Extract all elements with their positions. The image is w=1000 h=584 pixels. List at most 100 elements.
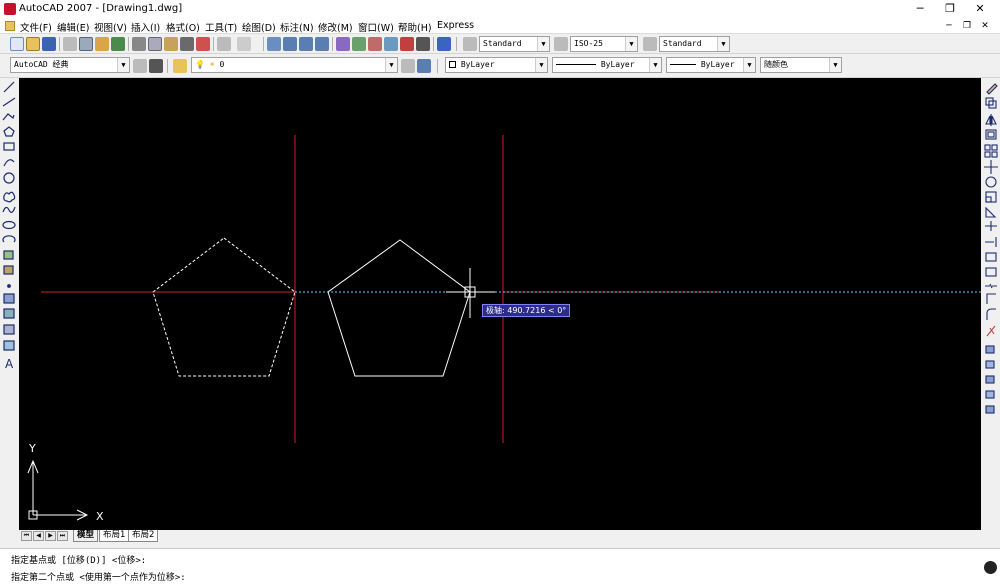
- redo-icon[interactable]: [237, 37, 251, 51]
- layer-select[interactable]: 💡 ☀ 0 ▼: [191, 57, 398, 73]
- linetype-sample-line: [556, 64, 596, 65]
- workspace-settings-icon[interactable]: [133, 59, 147, 73]
- 3d-dwf-icon[interactable]: [111, 37, 125, 51]
- menu-tools[interactable]: 工具(T): [205, 20, 237, 34]
- title-bar: AutoCAD 2007 - [Drawing1.dwg] ─ ❐ ✕: [0, 0, 1000, 18]
- linetype-select[interactable]: ByLayer ▼: [552, 57, 662, 73]
- moved-pentagon: [327, 239, 471, 377]
- zoom-window-icon[interactable]: [299, 37, 313, 51]
- make-current-layer-icon[interactable]: [401, 59, 415, 73]
- doc-minimize-button[interactable]: ─: [940, 19, 958, 33]
- gradient-icon: [3, 308, 15, 319]
- doc-close-button[interactable]: ✕: [976, 19, 994, 33]
- text-style-select[interactable]: Standard ▼: [479, 36, 550, 52]
- menu-view[interactable]: 视图(V): [94, 20, 127, 34]
- mirror-icon: [985, 114, 997, 126]
- next-tab-button[interactable]: ▶: [45, 531, 56, 541]
- insert-block-icon: [3, 250, 14, 260]
- ellipse-arc-icon: [2, 235, 16, 243]
- paste-icon[interactable]: [164, 37, 178, 51]
- ellipse-icon: [2, 220, 16, 230]
- tool-palettes-icon[interactable]: [368, 37, 382, 51]
- circle-icon: [3, 172, 15, 184]
- menu-help[interactable]: 帮助(H): [398, 20, 432, 34]
- drawing-canvas[interactable]: Y X 极轴: 490.7216 < 0°: [19, 78, 981, 530]
- markup-icon[interactable]: [400, 37, 414, 51]
- table-icon: [3, 340, 15, 351]
- table-style-icon[interactable]: [643, 37, 657, 51]
- break-icon: [985, 267, 997, 277]
- workspace-select[interactable]: AutoCAD 经典 ▼: [10, 57, 130, 73]
- menu-insert[interactable]: 插入(I): [131, 20, 160, 34]
- plot-style-select[interactable]: 随颜色 ▼: [760, 57, 842, 73]
- copy-clip-icon[interactable]: [148, 37, 162, 51]
- minimize-button[interactable]: ─: [905, 0, 935, 18]
- cut-icon[interactable]: [132, 37, 146, 51]
- match-properties-icon[interactable]: [180, 37, 194, 51]
- properties-icon[interactable]: [336, 37, 350, 51]
- tab-model[interactable]: 模型: [73, 530, 99, 542]
- publish-icon[interactable]: [95, 37, 109, 51]
- chamfer-icon: [986, 293, 996, 304]
- move-icon: [984, 160, 998, 174]
- block-editor-icon[interactable]: [196, 37, 210, 51]
- command-scroll-icon[interactable]: [984, 561, 997, 574]
- save-icon[interactable]: [42, 37, 56, 51]
- arc-icon: [3, 159, 15, 167]
- undo-icon[interactable]: [217, 37, 231, 51]
- text-style-icon[interactable]: [463, 37, 477, 51]
- menu-edit[interactable]: 编辑(E): [57, 20, 89, 34]
- pan-icon[interactable]: [267, 37, 281, 51]
- menu-dimension[interactable]: 标注(N): [280, 20, 314, 34]
- menu-bar: 文件(F) 编辑(E) 视图(V) 插入(I) 格式(O) 工具(T) 绘图(D…: [0, 18, 1000, 34]
- menu-file[interactable]: 文件(F): [20, 20, 52, 34]
- first-tab-button[interactable]: ⏮: [21, 531, 32, 541]
- zoom-previous-icon[interactable]: [315, 37, 329, 51]
- layer-previous-icon[interactable]: [417, 59, 431, 73]
- quickcalc-icon[interactable]: [416, 37, 430, 51]
- modify-toolbar: [982, 78, 1000, 530]
- design-center-icon[interactable]: [352, 37, 366, 51]
- my-workspace-icon[interactable]: [149, 59, 163, 73]
- sheet-set-icon[interactable]: [384, 37, 398, 51]
- construction-line-icon: [2, 97, 16, 107]
- color-select[interactable]: ByLayer ▼: [445, 57, 548, 73]
- lineweight-select[interactable]: ByLayer ▼: [666, 57, 756, 73]
- menu-modify[interactable]: 修改(M): [318, 20, 353, 34]
- close-button[interactable]: ✕: [965, 0, 995, 18]
- tab-layout1[interactable]: 布局1: [99, 530, 130, 542]
- make-block-icon: [3, 265, 14, 275]
- menu-format[interactable]: 格式(O): [166, 20, 200, 34]
- zoom-realtime-icon[interactable]: [283, 37, 297, 51]
- point-icon: [7, 284, 11, 288]
- menu-draw[interactable]: 绘图(D): [242, 20, 276, 34]
- break-at-point-icon: [985, 252, 997, 262]
- last-tab-button[interactable]: ⏭: [57, 531, 68, 541]
- dim-style-icon[interactable]: [554, 37, 568, 51]
- new-icon[interactable]: [10, 37, 24, 51]
- plot-icon[interactable]: [63, 37, 77, 51]
- send-under-icon: [985, 405, 995, 414]
- window-title: AutoCAD 2007 - [Drawing1.dwg]: [19, 3, 183, 14]
- open-icon[interactable]: [26, 37, 40, 51]
- doc-restore-button[interactable]: ❐: [958, 19, 976, 33]
- restore-button[interactable]: ❐: [935, 0, 965, 18]
- autocad-app-icon[interactable]: [4, 3, 16, 15]
- dim-style-select[interactable]: ISO-25 ▼: [570, 36, 638, 52]
- color-swatch: [449, 61, 456, 68]
- revision-cloud-icon: [3, 191, 16, 203]
- document-icon[interactable]: [5, 21, 15, 31]
- previous-tab-button[interactable]: ◀: [33, 531, 44, 541]
- tab-layout2[interactable]: 布局2: [128, 530, 159, 542]
- table-style-select[interactable]: Standard ▼: [659, 36, 730, 52]
- command-prompt[interactable]: 指定第二个点或 <使用第一个点作为位移>:: [11, 570, 186, 583]
- command-window[interactable]: 指定基点或 [位移(D)] <位移>: 指定第二个点或 <使用第一个点作为位移>…: [0, 548, 1000, 584]
- layer-manager-icon[interactable]: [173, 59, 187, 73]
- plot-preview-icon[interactable]: [79, 37, 93, 51]
- menu-window[interactable]: 窗口(W): [358, 20, 394, 34]
- layer-thaw-icon: ☀: [209, 60, 215, 69]
- rotate-icon: [985, 176, 997, 188]
- menu-express[interactable]: Express: [437, 20, 474, 31]
- help-icon[interactable]: [437, 37, 451, 51]
- draw-toolbar-icons: A: [2, 81, 16, 371]
